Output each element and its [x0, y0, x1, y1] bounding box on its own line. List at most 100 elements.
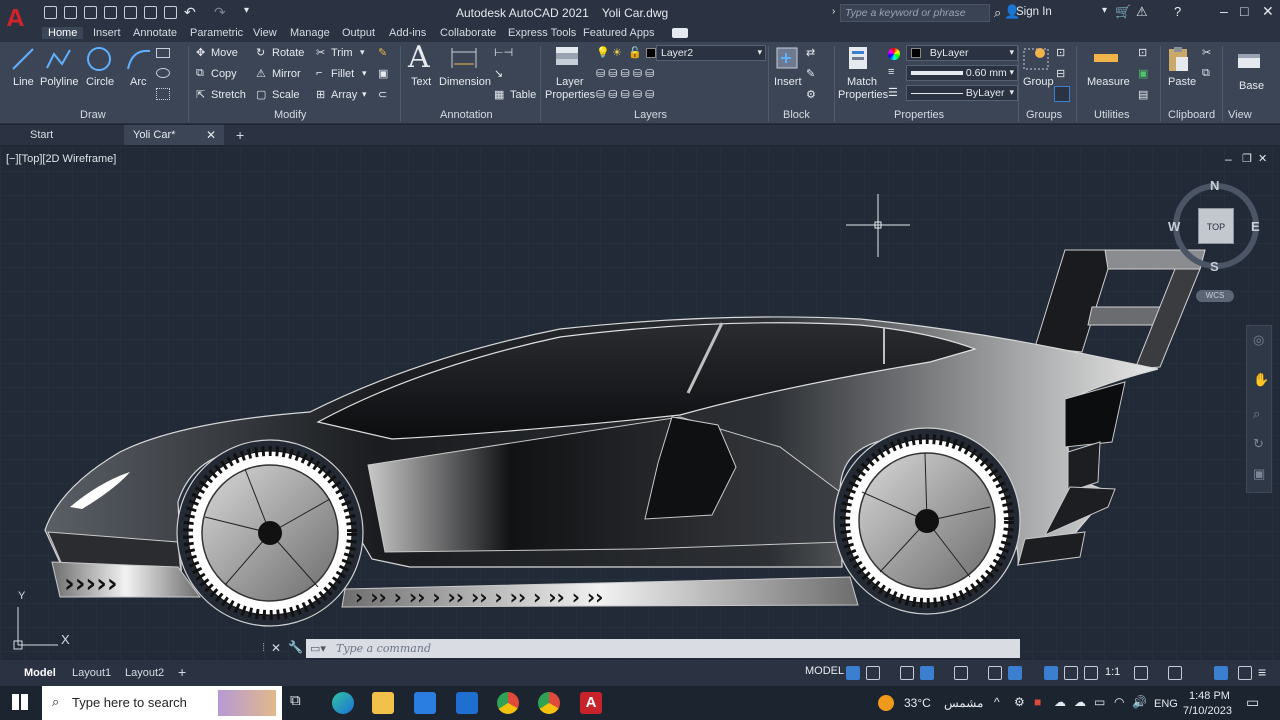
layers-group-title[interactable]: Layers [634, 109, 667, 121]
arc-button[interactable]: Arc [130, 76, 147, 88]
tab-active-file[interactable]: Yoli Car* ✕ [124, 125, 224, 145]
customize-command-icon[interactable]: 🔧 [288, 640, 303, 654]
osnap-icon[interactable] [1008, 666, 1022, 680]
input-language[interactable]: ENG [1154, 698, 1178, 710]
layer-tool-icon[interactable]: ⛁ ⛁ ⛁ ⛁ ⛁ [596, 67, 654, 80]
steering-wheel-icon[interactable]: ◎ [1253, 332, 1264, 348]
tab-annotate[interactable]: Annotate [133, 27, 177, 39]
scale-value[interactable]: 1:1 [1105, 666, 1120, 678]
tab-collaborate[interactable]: Collaborate [440, 27, 496, 39]
annotation-visibility-icon[interactable] [1044, 666, 1058, 680]
line-button[interactable]: Line [13, 76, 34, 88]
tab-layout1[interactable]: Layout1 [72, 667, 111, 679]
save-icon[interactable] [84, 6, 97, 19]
clock-date[interactable]: 7/10/2023 [1183, 705, 1232, 717]
array-dropdown-icon[interactable]: ▾ [362, 89, 367, 100]
add-layout-icon[interactable]: + [178, 664, 186, 680]
explode-icon[interactable]: ▣ [378, 67, 388, 80]
polyline-icon[interactable] [44, 46, 72, 72]
auto-scale-icon[interactable] [1064, 666, 1078, 680]
move-icon[interactable]: ✥ [196, 46, 205, 59]
create-block-icon[interactable]: ⇄ [806, 46, 815, 59]
maximize-button[interactable]: □ [1240, 3, 1248, 19]
dimension-icon[interactable] [450, 46, 478, 70]
mail-icon[interactable] [456, 692, 478, 714]
array-icon[interactable]: ⊞ [316, 88, 325, 101]
trim-dropdown-icon[interactable]: ▾ [360, 47, 365, 58]
viewport-restore-icon[interactable]: ❐ [1242, 152, 1252, 165]
group-button[interactable]: Group [1023, 76, 1054, 88]
copy-clip-icon[interactable]: ⧉ [1202, 67, 1210, 80]
mirror-icon[interactable]: ⚠ [256, 67, 266, 80]
circle-button[interactable]: Circle [86, 76, 114, 88]
calculator-icon[interactable]: ▤ [1138, 88, 1148, 101]
weather-sun-icon[interactable] [878, 695, 894, 711]
scale-icon[interactable]: ▢ [256, 88, 266, 101]
open-web-icon[interactable] [124, 6, 137, 19]
tab-view[interactable]: View [253, 27, 277, 39]
tray-app-icon[interactable]: ⚙ [1014, 695, 1025, 709]
table-button[interactable]: Table [510, 89, 536, 101]
file-explorer-icon[interactable] [372, 692, 394, 714]
weather-condition[interactable]: مشمس [944, 696, 983, 710]
match-properties-label-2[interactable]: Properties [838, 89, 888, 101]
quick-select-icon[interactable]: ⊡ [1138, 46, 1147, 59]
layer-lock-icon[interactable]: 🔓 [628, 46, 642, 59]
workspace-gear-icon[interactable] [1134, 666, 1148, 680]
arc-icon[interactable] [124, 45, 152, 73]
customization-menu-icon[interactable]: ≡ [1258, 664, 1266, 680]
tab-home[interactable]: Home [42, 27, 84, 39]
ellipse-icon[interactable] [156, 68, 170, 78]
tab-add-ins[interactable]: Add-ins [389, 27, 426, 39]
tab-express-tools[interactable]: Express Tools [508, 27, 576, 39]
model-space-button[interactable]: MODEL [805, 665, 844, 677]
draw-group-title[interactable]: Draw [80, 109, 106, 121]
minimize-button[interactable]: – [1220, 3, 1228, 19]
isodraft-icon[interactable] [954, 666, 968, 680]
wifi-icon[interactable]: ◠ [1114, 695, 1124, 709]
close-tab-icon[interactable]: ✕ [206, 128, 216, 142]
isolate-objects-icon[interactable] [1214, 666, 1228, 680]
task-view-icon[interactable]: ⧉ [290, 692, 312, 714]
tray-app-icon[interactable]: ☁ [1074, 695, 1086, 709]
paste-button[interactable]: Paste [1168, 76, 1196, 88]
recent-commands-icon[interactable]: ▭▾ [310, 642, 326, 655]
rotate-button[interactable]: Rotate [272, 47, 304, 59]
viewport-minimize-icon[interactable]: – [1225, 152, 1232, 166]
expand-search-icon[interactable]: › [832, 6, 835, 17]
undo-icon[interactable]: ↶ [184, 4, 196, 21]
tab-start[interactable]: Start [30, 129, 53, 141]
clipboard-group-title[interactable]: Clipboard [1168, 109, 1215, 121]
layer-properties-label[interactable]: Layer [556, 76, 584, 88]
table-icon[interactable]: ▦ [494, 88, 504, 101]
annotation-scale-icon[interactable] [1084, 666, 1098, 680]
tab-layout2[interactable]: Layout2 [125, 667, 164, 679]
compass-west[interactable]: W [1168, 219, 1180, 234]
ortho-icon[interactable] [900, 666, 914, 680]
hatch-icon[interactable] [156, 88, 170, 100]
insert-block-icon[interactable] [774, 45, 800, 73]
autocad-taskbar-icon[interactable]: A [580, 692, 602, 714]
utilities-group-title[interactable]: Utilities [1094, 109, 1129, 121]
tray-app-icon[interactable]: ■ [1034, 695, 1041, 709]
compass-south[interactable]: S [1210, 259, 1219, 274]
otrack-icon[interactable] [988, 666, 1002, 680]
windows-start-icon[interactable] [12, 694, 28, 710]
lineweight-dropdown[interactable]: 0.60 mm ▾ [906, 65, 1018, 81]
rotate-icon[interactable]: ↻ [256, 46, 265, 59]
new-tab-icon[interactable]: + [236, 127, 244, 143]
help-icon[interactable]: ? [1174, 4, 1181, 19]
leader-icon[interactable]: ↘ [494, 67, 503, 80]
dimension-button[interactable]: Dimension [439, 76, 491, 88]
fillet-button[interactable]: Fillet [331, 68, 354, 80]
drawing-canvas[interactable]: › ›› › ›› › ›› ›› › ›› › ›› › ›› ››››› T… [0, 147, 1280, 660]
search-icon[interactable]: ⌕ [994, 5, 1001, 21]
clock-time[interactable]: 1:48 PM [1189, 690, 1230, 702]
copy-button[interactable]: Copy [211, 68, 237, 80]
cart-icon[interactable]: 🛒 [1115, 4, 1131, 20]
viewport-close-icon[interactable]: ✕ [1258, 152, 1267, 165]
battery-icon[interactable]: ▭ [1094, 695, 1105, 709]
edge-icon[interactable] [332, 692, 354, 714]
taskbar-search-input[interactable]: ⌕ Type here to search [42, 686, 282, 720]
properties-group-title[interactable]: Properties [894, 109, 944, 121]
